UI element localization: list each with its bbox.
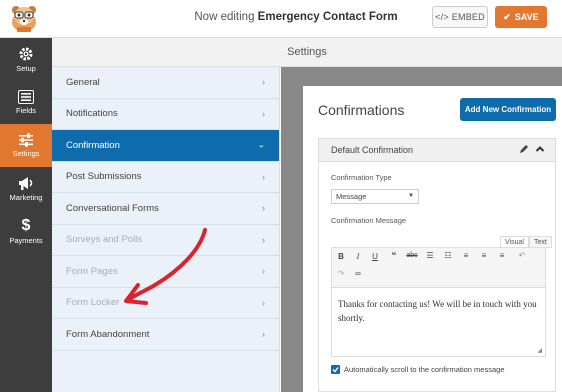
- chevron-right-icon: ›: [262, 203, 265, 214]
- gear-icon: [19, 47, 33, 61]
- nav-settings[interactable]: Settings: [0, 124, 52, 167]
- align-left-icon[interactable]: ≡: [460, 251, 472, 260]
- menu-item-notifications[interactable]: Notifications ›: [52, 99, 279, 130]
- menu-item-general[interactable]: General ›: [52, 67, 279, 99]
- settings-header: Settings: [52, 38, 562, 67]
- menu-item-form-abandonment[interactable]: Form Abandonment ›: [52, 319, 279, 351]
- confirmation-type-select[interactable]: Message ▼: [331, 189, 419, 204]
- menu-item-conversational-forms[interactable]: Conversational Forms ›: [52, 193, 279, 225]
- message-text[interactable]: Thanks for contacting us! We will be in …: [332, 288, 545, 334]
- redo-icon[interactable]: ↷: [335, 269, 347, 278]
- confirmation-message-label: Confirmation Message: [331, 216, 407, 225]
- nav-marketing[interactable]: Marketing: [0, 167, 52, 210]
- checkmark-icon: [332, 367, 339, 373]
- chevron-down-icon: ⌄: [257, 139, 265, 150]
- bold-icon[interactable]: B: [335, 252, 347, 261]
- chevron-right-icon: ›: [262, 77, 265, 88]
- editor-toolbar: B I U “ abc ☰ ☷ ≡ ≡ ≡ ↶ ↷ ∞: [332, 248, 545, 288]
- chevron-right-icon: ›: [262, 171, 265, 182]
- confirmation-type-label: Confirmation Type: [331, 173, 392, 182]
- resize-handle-icon[interactable]: ◢: [537, 347, 542, 354]
- dollar-icon: $: [21, 217, 31, 234]
- auto-scroll-option[interactable]: Automatically scroll to the confirmation…: [331, 365, 505, 374]
- checkmark-icon: ✔: [503, 11, 511, 22]
- builder-sidebar: Setup Fields Settings Marketing $ Paymen…: [0, 38, 52, 392]
- chevron-right-icon: ›: [262, 108, 265, 119]
- chevron-right-icon: ›: [262, 266, 265, 277]
- embed-button[interactable]: </> EMBED: [432, 6, 488, 28]
- link-icon[interactable]: ∞: [352, 269, 364, 278]
- code-icon: </>: [435, 12, 449, 22]
- chevron-up-icon[interactable]: [535, 144, 545, 154]
- confirmation-box-header[interactable]: Default Confirmation: [319, 139, 555, 162]
- align-center-icon[interactable]: ≡: [478, 251, 490, 260]
- auto-scroll-checkbox[interactable]: [331, 365, 340, 374]
- message-editor: B I U “ abc ☰ ☷ ≡ ≡ ≡ ↶ ↷ ∞ Thanks for c…: [331, 247, 546, 357]
- underline-icon[interactable]: U: [369, 252, 381, 261]
- italic-icon[interactable]: I: [352, 252, 364, 261]
- undo-icon[interactable]: ↶: [516, 251, 528, 260]
- annotation-arrow-icon: [124, 228, 207, 305]
- save-button[interactable]: ✔ SAVE: [495, 6, 547, 28]
- list-icon: [18, 90, 34, 104]
- chevron-right-icon: ›: [262, 297, 265, 308]
- nav-fields[interactable]: Fields: [0, 81, 52, 124]
- strikethrough-icon[interactable]: abc: [406, 252, 418, 259]
- nav-setup[interactable]: Setup: [0, 38, 52, 81]
- megaphone-icon: [18, 176, 32, 190]
- default-confirmation-box: Default Confirmation Confirmation Type M…: [318, 138, 556, 392]
- chevron-right-icon: ›: [262, 329, 265, 340]
- numbered-list-icon[interactable]: ☷: [442, 251, 454, 260]
- form-name: Emergency Contact Form: [257, 11, 398, 23]
- sliders-icon: [19, 133, 33, 147]
- add-new-confirmation-button[interactable]: Add New Confirmation: [460, 98, 556, 121]
- panel-title: Confirmations: [318, 102, 405, 118]
- blockquote-icon[interactable]: “: [388, 251, 400, 262]
- pencil-icon[interactable]: [519, 144, 529, 154]
- top-bar: Now editing Emergency Contact Form </> E…: [0, 0, 562, 38]
- caret-down-icon: ▼: [408, 193, 414, 199]
- chevron-right-icon: ›: [262, 234, 265, 245]
- menu-item-confirmation[interactable]: Confirmation ⌄: [52, 130, 279, 162]
- confirmations-panel: Confirmations Add New Confirmation Defau…: [303, 86, 562, 392]
- bulleted-list-icon[interactable]: ☰: [424, 251, 436, 260]
- align-right-icon[interactable]: ≡: [496, 251, 508, 260]
- nav-payments[interactable]: $ Payments: [0, 210, 52, 253]
- menu-item-post-submissions[interactable]: Post Submissions ›: [52, 162, 279, 193]
